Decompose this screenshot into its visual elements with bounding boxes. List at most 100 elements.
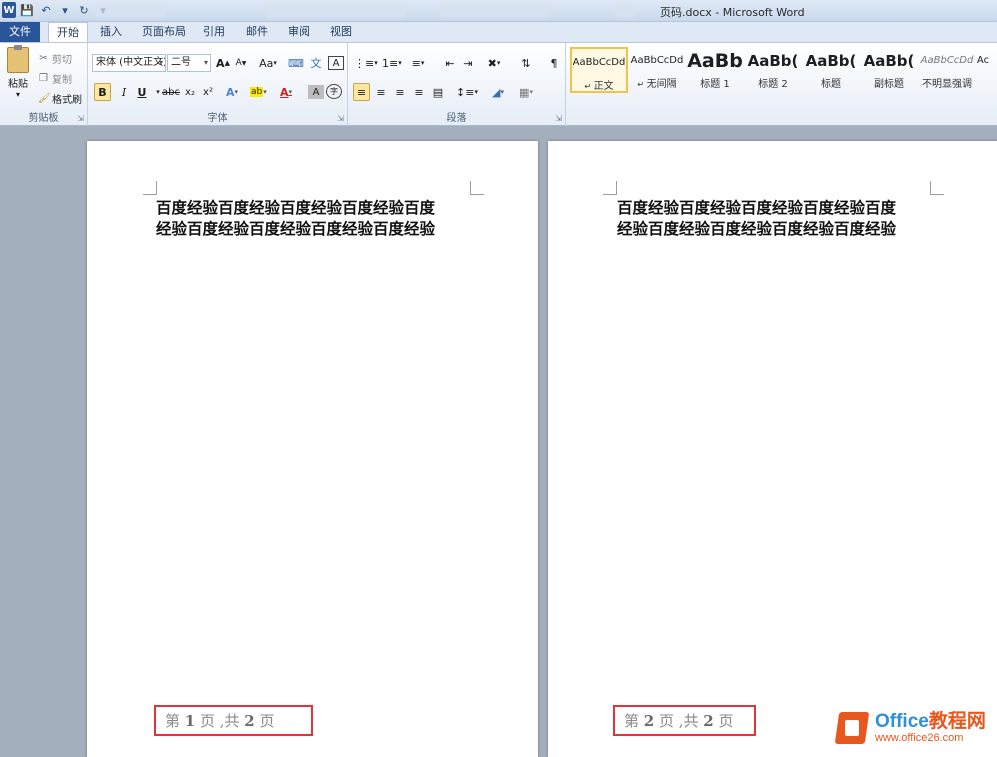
redo-icon[interactable]: ↻ — [76, 2, 92, 18]
blurred-tab — [265, 4, 405, 18]
style-no-spacing[interactable]: AaBbCcDd ↵ 无间隔 — [628, 47, 686, 93]
format-painter-button[interactable]: 🖌 格式刷 — [38, 91, 82, 106]
tab-references[interactable]: 引用 — [195, 22, 233, 42]
grow-font-icon: A — [216, 56, 225, 70]
style-normal[interactable]: AaBbCcDd ↵ 正文 — [570, 47, 628, 93]
blurred-tab — [95, 4, 165, 18]
borders-icon[interactable]: ▦ ▾ — [518, 83, 534, 101]
style-sample: AaBb — [687, 50, 743, 72]
chinese-layout-icon[interactable]: ✖ ▾ — [486, 54, 502, 72]
body-line[interactable]: 百度经验百度经验百度经验百度经验百度 — [156, 197, 435, 218]
clipboard-group-label: 剪贴板 — [28, 113, 59, 124]
tab-page-layout[interactable]: 页面布局 — [134, 22, 194, 42]
paste-button[interactable]: 粘贴 ▾ — [4, 45, 32, 99]
tab-home[interactable]: 开始 — [48, 22, 88, 43]
cut-button[interactable]: ✂ 剪切 — [38, 51, 72, 66]
style-heading-2[interactable]: AaBb( 标题 2 — [744, 47, 802, 93]
font-color-icon[interactable]: A ▾ — [278, 83, 294, 101]
char-shading-icon: A — [312, 86, 320, 98]
format-painter-label: 格式刷 — [52, 95, 82, 106]
change-case-icon: Aa — [259, 56, 274, 70]
undo-icon[interactable]: ↶ — [38, 2, 54, 18]
page-number-footer[interactable]: 第 2 页 ,共 2 页 — [615, 710, 734, 731]
clipboard-icon — [7, 45, 29, 73]
show-marks-icon[interactable]: ¶ — [546, 54, 562, 72]
chevron-down-icon: ▾ — [158, 58, 163, 67]
style-heading-1[interactable]: AaBb 标题 1 — [686, 47, 744, 93]
word-logo-icon[interactable]: W — [2, 2, 16, 18]
style-title[interactable]: AaBb( 标题 — [802, 47, 860, 93]
clear-format-icon[interactable]: ⌨ — [288, 54, 304, 72]
style-name: 标题 — [821, 79, 841, 90]
underline-button[interactable]: U — [134, 83, 150, 101]
align-center-icon[interactable]: ≡ — [373, 83, 389, 101]
font-name-value: 宋体 (中文正文) — [96, 57, 166, 68]
tab-review[interactable]: 审阅 — [280, 22, 318, 42]
justify-icon[interactable]: ≡ — [411, 83, 427, 101]
document-page-2[interactable]: 百度经验百度经验百度经验百度经验百度 经验百度经验百度经验百度经验百度经验 第 … — [548, 141, 997, 757]
body-line[interactable]: 经验百度经验百度经验百度经验百度经验 — [156, 218, 435, 239]
char-shading-button[interactable]: A — [308, 85, 324, 99]
phonetic-guide-icon[interactable]: 文 — [308, 54, 324, 72]
blurred-tab — [615, 4, 635, 18]
document-page-1[interactable]: 百度经验百度经验百度经验百度经验百度 经验百度经验百度经验百度经验百度经验 第 … — [87, 141, 538, 757]
superscript-button[interactable]: x² — [200, 83, 216, 101]
strikethrough-button[interactable]: abc — [162, 83, 180, 101]
style-name: ↵ 无间隔 — [637, 79, 677, 90]
page-footer-highlight: 第 1 页 ,共 2 页 — [154, 705, 313, 736]
save-icon[interactable]: 💾 — [19, 2, 35, 18]
tab-insert[interactable]: 插入 — [92, 22, 130, 42]
numbering-icon[interactable]: 1≡ ▾ — [382, 54, 402, 72]
tab-file[interactable]: 文件 — [0, 22, 40, 42]
style-subtle-emphasis[interactable]: AaBbCcDd 不明显强调 — [918, 47, 976, 93]
tab-view[interactable]: 视图 — [322, 22, 360, 42]
margin-corner-mark — [143, 181, 157, 195]
copy-button[interactable]: ❐ 复制 — [38, 71, 72, 86]
bullets-icon[interactable]: ⋮≡ ▾ — [354, 54, 378, 72]
distributed-icon[interactable]: ▤ — [430, 83, 446, 101]
margin-corner-mark — [930, 181, 944, 195]
char-border-icon: A — [332, 57, 340, 69]
align-left-button[interactable]: ≡ — [353, 83, 370, 101]
page-number-footer[interactable]: 第 1 页 ,共 2 页 — [156, 710, 275, 731]
shrink-font-button[interactable]: A ▼ — [233, 54, 249, 72]
highlight-icon[interactable]: ab ▾ — [250, 83, 267, 101]
document-workspace[interactable]: 百度经验百度经验百度经验百度经验百度 经验百度经验百度经验百度经验百度经验 第 … — [0, 126, 997, 757]
watermark-url: www.office26.com — [875, 731, 964, 744]
site-watermark: Office教程网 www.office26.com — [834, 706, 995, 750]
line-spacing-icon[interactable]: ↕≡ ▾ — [456, 83, 478, 101]
multilevel-list-icon[interactable]: ≡ ▾ — [410, 54, 426, 72]
body-line[interactable]: 经验百度经验百度经验百度经验百度经验 — [617, 218, 896, 239]
dialog-launcher-icon[interactable]: ⇲ — [555, 114, 562, 123]
align-left-icon: ≡ — [356, 85, 367, 99]
grow-font-button[interactable]: A ▲ — [215, 54, 231, 72]
char-border-button[interactable]: A — [328, 56, 344, 70]
brush-icon: 🖌 — [38, 93, 51, 104]
sort-icon[interactable]: ⇅ — [518, 54, 534, 72]
decrease-indent-icon[interactable]: ⇤ — [442, 54, 458, 72]
dialog-launcher-icon[interactable]: ⇲ — [337, 114, 344, 123]
enclose-char-button[interactable]: 字 — [326, 84, 342, 99]
subscript-button[interactable]: x₂ — [182, 83, 198, 101]
shading-icon[interactable]: ◢ ▾ — [490, 83, 506, 101]
tab-mailings[interactable]: 邮件 — [238, 22, 276, 42]
italic-button[interactable]: I — [116, 83, 132, 101]
font-size-select[interactable]: 二号 ▾ — [167, 54, 211, 72]
bold-icon: B — [98, 85, 107, 99]
text-effects-icon[interactable]: A ▾ — [224, 83, 240, 101]
dialog-launcher-icon[interactable]: ⇲ — [77, 114, 84, 123]
change-case-button[interactable]: Aa ▾ — [256, 54, 280, 72]
font-name-select[interactable]: 宋体 (中文正文) ▾ — [92, 54, 166, 72]
paragraph-group-label: 段落 — [446, 113, 467, 124]
increase-indent-icon[interactable]: ⇥ — [460, 54, 476, 72]
align-right-icon[interactable]: ≡ — [392, 83, 408, 101]
style-sample: AaBb( — [747, 52, 799, 70]
clipboard-group: 粘贴 ▾ ✂ 剪切 ❐ 复制 🖌 格式刷 剪贴板 ⇲ — [0, 43, 88, 126]
bold-button[interactable]: B — [94, 83, 111, 101]
office-logo-icon — [834, 708, 871, 748]
body-line[interactable]: 百度经验百度经验百度经验百度经验百度 — [617, 197, 896, 218]
chevron-down-icon[interactable]: ▾ — [57, 2, 73, 18]
style-more[interactable]: Ac — [976, 47, 990, 93]
style-subtitle[interactable]: AaBb( 副标题 — [860, 47, 918, 93]
copy-label: 复制 — [52, 75, 72, 86]
